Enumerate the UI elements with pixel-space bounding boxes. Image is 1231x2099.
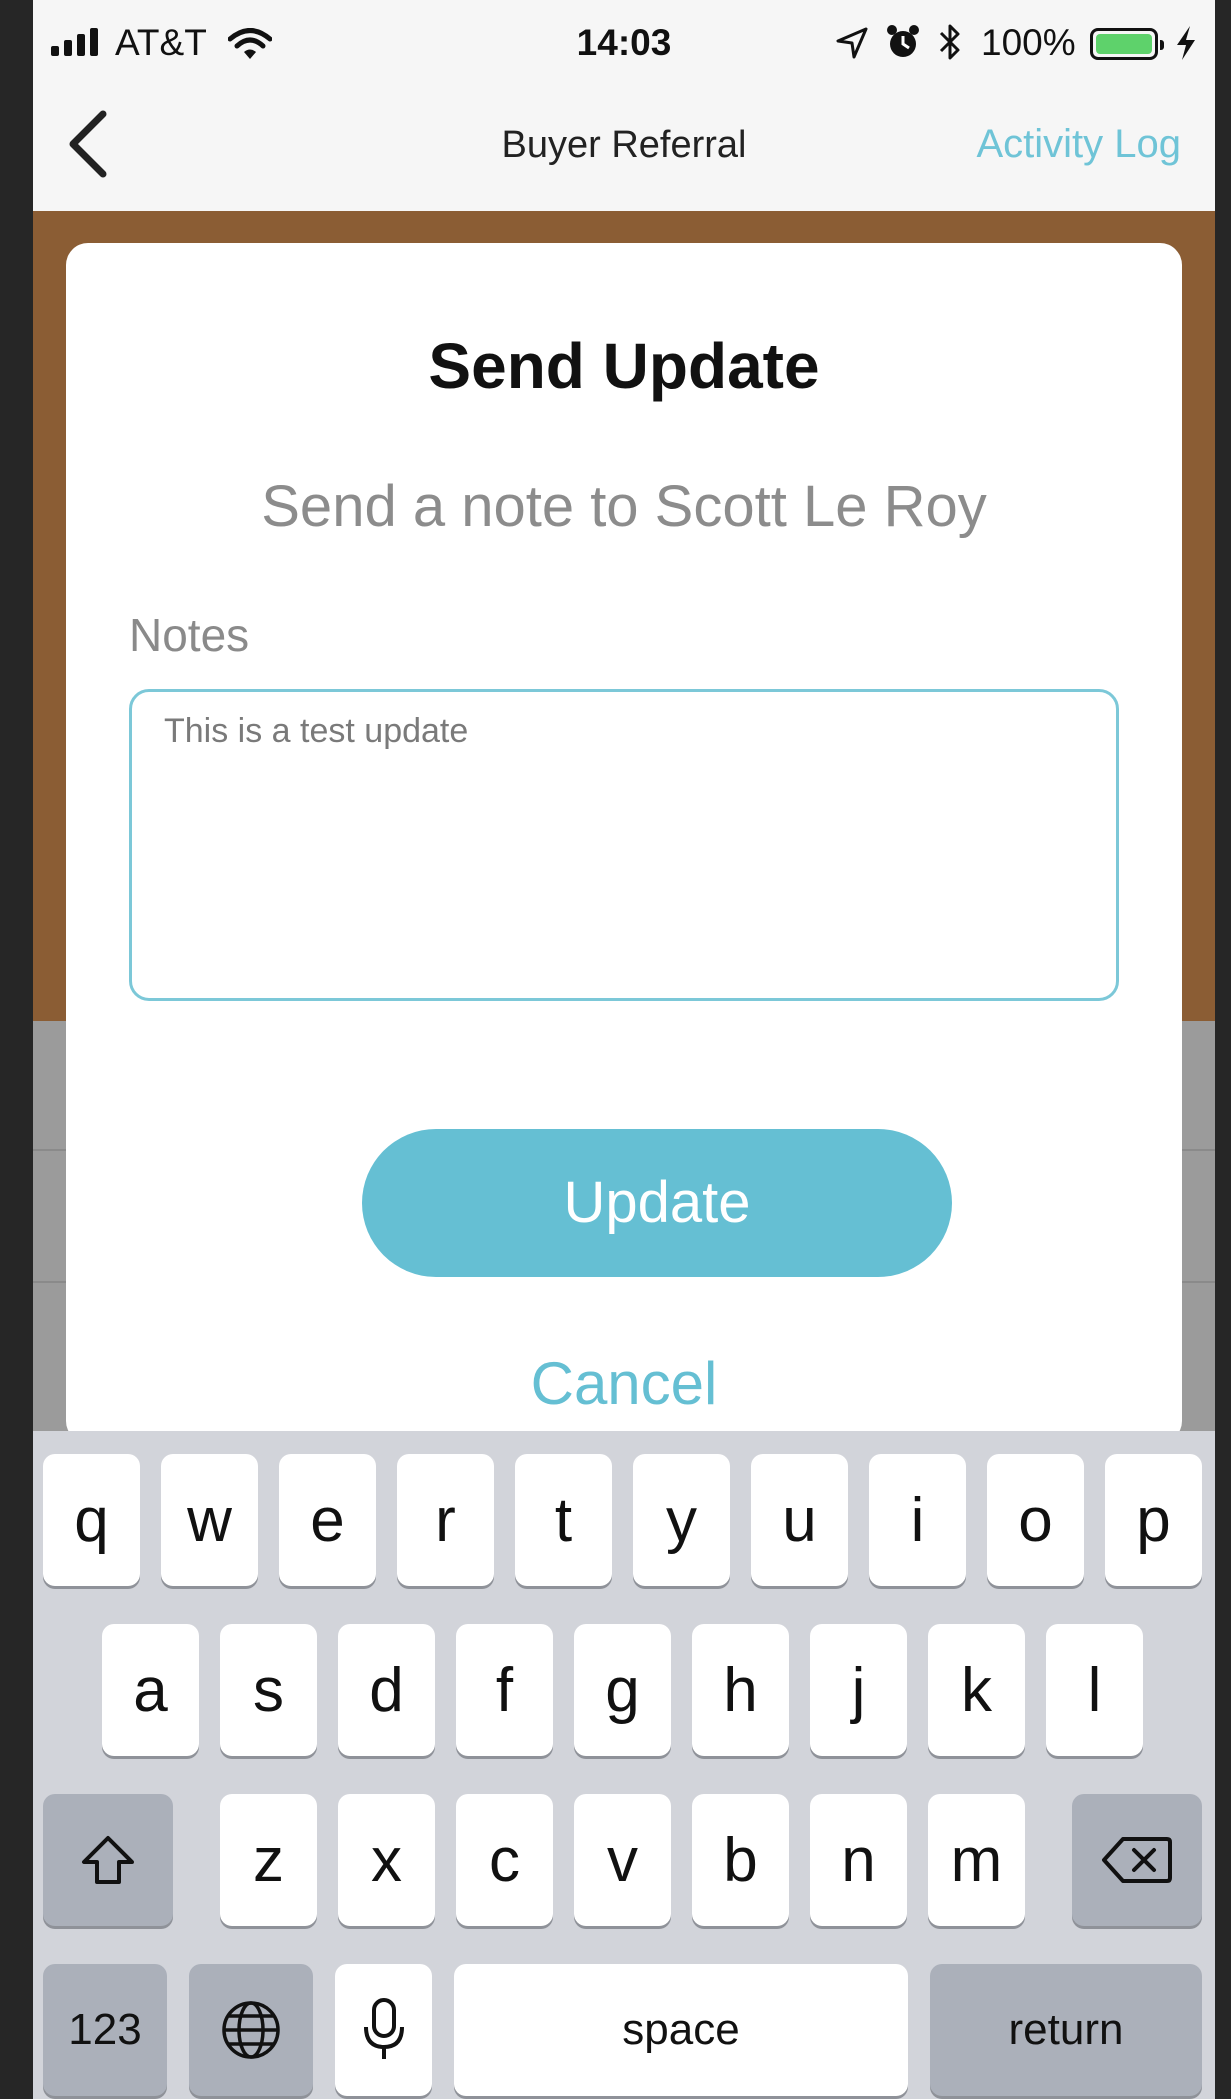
numbers-key[interactable]: 123: [43, 1964, 167, 2096]
battery-fill: [1096, 34, 1152, 54]
key-a[interactable]: a: [102, 1624, 199, 1756]
shift-icon: [82, 1836, 134, 1884]
microphone-key[interactable]: [335, 1964, 432, 2096]
shift-key[interactable]: [43, 1794, 173, 1926]
phone-screen: AT&T 14:03 100% Buyer Referral Activity …: [33, 0, 1215, 2099]
key-v[interactable]: v: [574, 1794, 671, 1926]
dialog-title: Send Update: [428, 330, 820, 402]
key-g[interactable]: g: [574, 1624, 671, 1756]
bluetooth-icon: [939, 24, 960, 60]
key-s[interactable]: s: [220, 1624, 317, 1756]
key-j[interactable]: j: [810, 1624, 907, 1756]
key-p[interactable]: p: [1105, 1454, 1202, 1586]
globe-key[interactable]: [189, 1964, 313, 2096]
key-q[interactable]: q: [43, 1454, 140, 1586]
key-b[interactable]: b: [692, 1794, 789, 1926]
backspace-icon: [1102, 1837, 1172, 1883]
activity-log-link[interactable]: Activity Log: [976, 122, 1181, 167]
key-n[interactable]: n: [810, 1794, 907, 1926]
update-button[interactable]: Update: [362, 1129, 952, 1277]
key-w[interactable]: w: [161, 1454, 258, 1586]
send-update-dialog: Send Update Send a note to Scott Le Roy …: [66, 243, 1182, 1443]
status-bar: AT&T 14:03 100%: [33, 0, 1215, 88]
key-t[interactable]: t: [515, 1454, 612, 1586]
space-key[interactable]: space: [454, 1964, 908, 2096]
key-o[interactable]: o: [987, 1454, 1084, 1586]
key-e[interactable]: e: [279, 1454, 376, 1586]
key-l[interactable]: l: [1046, 1624, 1143, 1756]
battery-icon: [1090, 28, 1164, 60]
navigation-bar: Buyer Referral Activity Log: [33, 88, 1215, 211]
key-d[interactable]: d: [338, 1624, 435, 1756]
key-u[interactable]: u: [751, 1454, 848, 1586]
charging-icon: [1177, 26, 1195, 60]
microphone-icon: [363, 1998, 404, 2059]
key-x[interactable]: x: [338, 1794, 435, 1926]
key-h[interactable]: h: [692, 1624, 789, 1756]
key-f[interactable]: f: [456, 1624, 553, 1756]
alarm-icon: [887, 25, 919, 57]
dialog-subtitle: Send a note to Scott Le Roy: [261, 474, 987, 539]
keyboard: q w e r t y u i o p a s d f g h j k l z …: [33, 1431, 1215, 2099]
backspace-key[interactable]: [1072, 1794, 1202, 1926]
return-key[interactable]: return: [930, 1964, 1202, 2096]
key-z[interactable]: z: [220, 1794, 317, 1926]
key-m[interactable]: m: [928, 1794, 1025, 1926]
location-arrow-icon: [836, 27, 868, 59]
key-i[interactable]: i: [869, 1454, 966, 1586]
battery-percent: 100%: [981, 22, 1076, 63]
key-y[interactable]: y: [633, 1454, 730, 1586]
notes-textarea[interactable]: This is a test update: [129, 689, 1119, 1001]
key-c[interactable]: c: [456, 1794, 553, 1926]
cancel-button[interactable]: Cancel: [66, 1349, 1182, 1418]
key-k[interactable]: k: [928, 1624, 1025, 1756]
key-r[interactable]: r: [397, 1454, 494, 1586]
notes-label: Notes: [129, 609, 250, 661]
globe-icon: [222, 2001, 280, 2059]
